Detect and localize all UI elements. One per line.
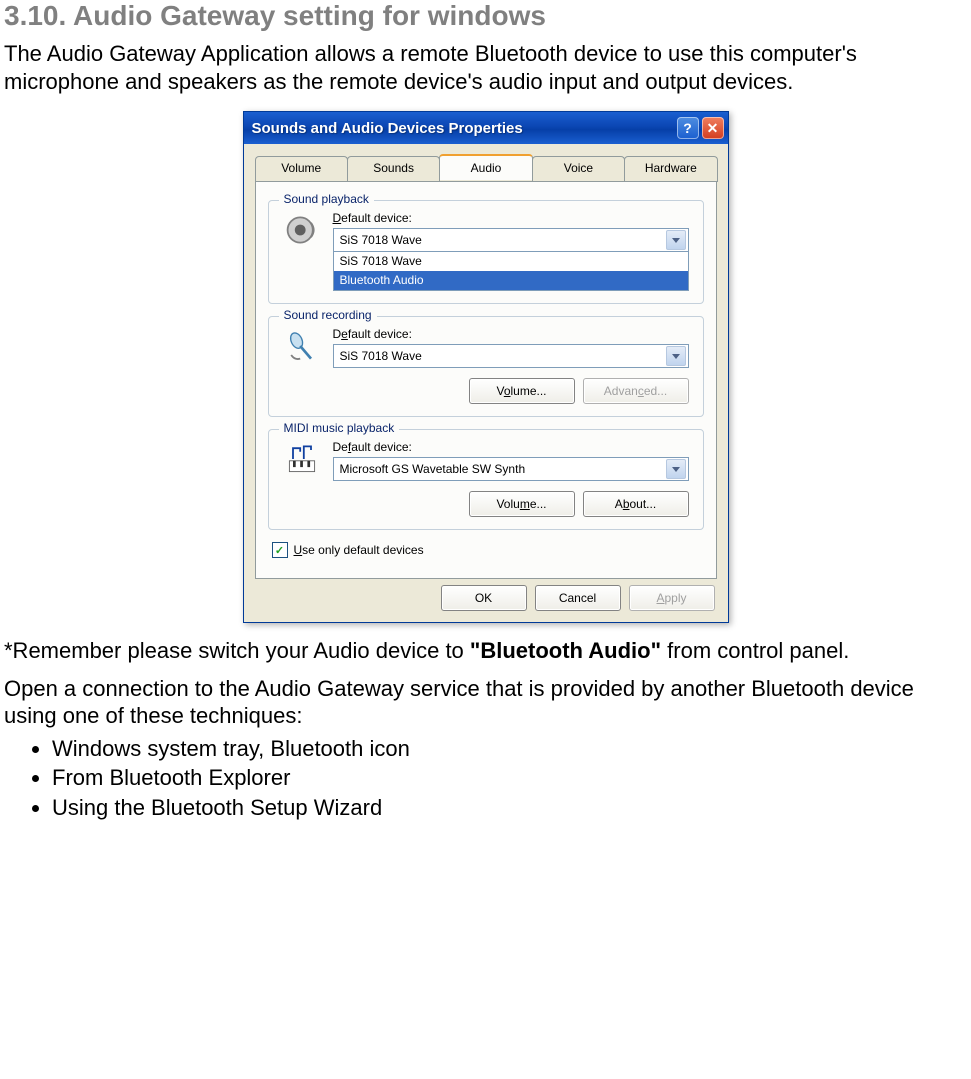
tab-voice[interactable]: Voice — [532, 156, 625, 182]
tab-audio[interactable]: Audio — [439, 154, 532, 180]
playback-device-dropdown[interactable]: SiS 7018 Wave Bluetooth Audio — [333, 252, 689, 291]
recording-device-value: SiS 7018 Wave — [340, 349, 422, 363]
list-item: From Bluetooth Explorer — [52, 763, 967, 793]
recording-volume-button[interactable]: Volume... — [469, 378, 575, 404]
midi-label: Default device: — [333, 440, 689, 454]
chevron-down-icon[interactable] — [666, 346, 686, 366]
group-title-midi: MIDI music playback — [279, 421, 400, 435]
speaker-icon — [283, 211, 321, 249]
dialog-window: Sounds and Audio Devices Properties ? ✕ … — [243, 111, 729, 623]
dialog-titlebar[interactable]: Sounds and Audio Devices Properties ? ✕ — [244, 112, 728, 144]
midi-icon — [283, 440, 321, 478]
open-connection-paragraph: Open a connection to the Audio Gateway s… — [4, 675, 967, 730]
section-heading: 3.10. Audio Gateway setting for windows — [0, 0, 971, 32]
tab-sounds[interactable]: Sounds — [347, 156, 440, 182]
chevron-down-icon[interactable] — [666, 230, 686, 250]
dialog-title: Sounds and Audio Devices Properties — [252, 120, 677, 137]
playback-label: Default device: — [333, 211, 689, 225]
dropdown-option-0[interactable]: SiS 7018 Wave — [334, 252, 688, 271]
group-title-playback: Sound playback — [279, 192, 374, 206]
tabs-row: Volume Sounds Audio Voice Hardware — [247, 147, 725, 181]
use-default-label: Use only default devices — [294, 543, 424, 557]
recording-device-combo[interactable]: SiS 7018 Wave — [333, 344, 689, 368]
list-item: Windows system tray, Bluetooth icon — [52, 734, 967, 764]
group-sound-playback: Sound playback Default device: SiS 7018 … — [268, 200, 704, 304]
group-sound-recording: Sound recording Default device: SiS 7018… — [268, 316, 704, 417]
apply-button[interactable]: Apply — [629, 585, 715, 611]
techniques-list: Windows system tray, Bluetooth icon From… — [4, 734, 967, 823]
list-item: Using the Bluetooth Setup Wizard — [52, 793, 967, 823]
help-button[interactable]: ? — [677, 117, 699, 139]
midi-volume-button[interactable]: Volume... — [469, 491, 575, 517]
ok-button[interactable]: OK — [441, 585, 527, 611]
tab-panel-audio: Sound playback Default device: SiS 7018 … — [255, 181, 717, 579]
chevron-down-icon[interactable] — [666, 459, 686, 479]
tab-volume[interactable]: Volume — [255, 156, 348, 182]
group-midi-playback: MIDI music playback Default device: Micr… — [268, 429, 704, 530]
midi-device-value: Microsoft GS Wavetable SW Synth — [340, 462, 526, 476]
use-default-checkbox-row[interactable]: ✓ Use only default devices — [272, 542, 700, 558]
midi-about-button[interactable]: About... — [583, 491, 689, 517]
check-icon[interactable]: ✓ — [272, 542, 288, 558]
close-button[interactable]: ✕ — [702, 117, 724, 139]
dropdown-option-1[interactable]: Bluetooth Audio — [334, 271, 688, 290]
midi-device-combo[interactable]: Microsoft GS Wavetable SW Synth — [333, 457, 689, 481]
cancel-button[interactable]: Cancel — [535, 585, 621, 611]
playback-device-value: SiS 7018 Wave — [340, 233, 422, 247]
recording-label: Default device: — [333, 327, 689, 341]
group-title-recording: Sound recording — [279, 308, 377, 322]
tab-hardware[interactable]: Hardware — [624, 156, 717, 182]
remember-paragraph: *Remember please switch your Audio devic… — [4, 637, 967, 665]
intro-paragraph: The Audio Gateway Application allows a r… — [4, 40, 967, 95]
playback-device-combo[interactable]: SiS 7018 Wave — [333, 228, 689, 252]
microphone-icon — [283, 327, 321, 365]
recording-advanced-button[interactable]: Advanced... — [583, 378, 689, 404]
